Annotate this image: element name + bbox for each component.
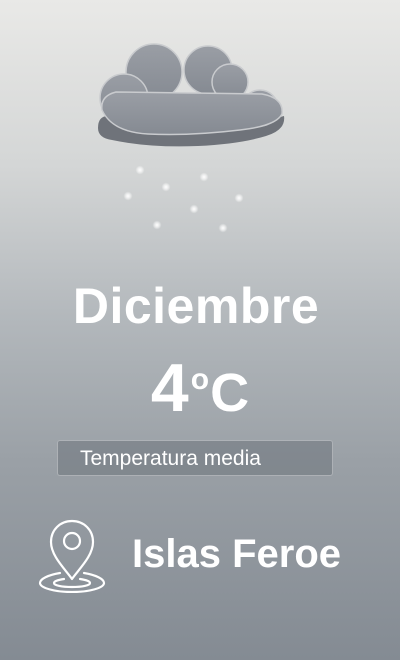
snow-cloud-icon: [98, 43, 285, 233]
caption-badge: Temperatura media: [57, 440, 333, 476]
temperature-display: 4oC: [0, 348, 400, 447]
location-name: Islas Feroe: [132, 532, 342, 576]
caption-text: Temperatura media: [80, 447, 261, 470]
temperature-value: 4: [150, 350, 189, 426]
location-pin-icon: [38, 519, 106, 593]
weather-card: Diciembre 4oC Temperatura media Islas Fe…: [0, 0, 400, 660]
month-label: Diciembre: [72, 278, 320, 334]
degree-symbol: o: [190, 363, 210, 396]
temperature-unit: C: [210, 363, 250, 423]
